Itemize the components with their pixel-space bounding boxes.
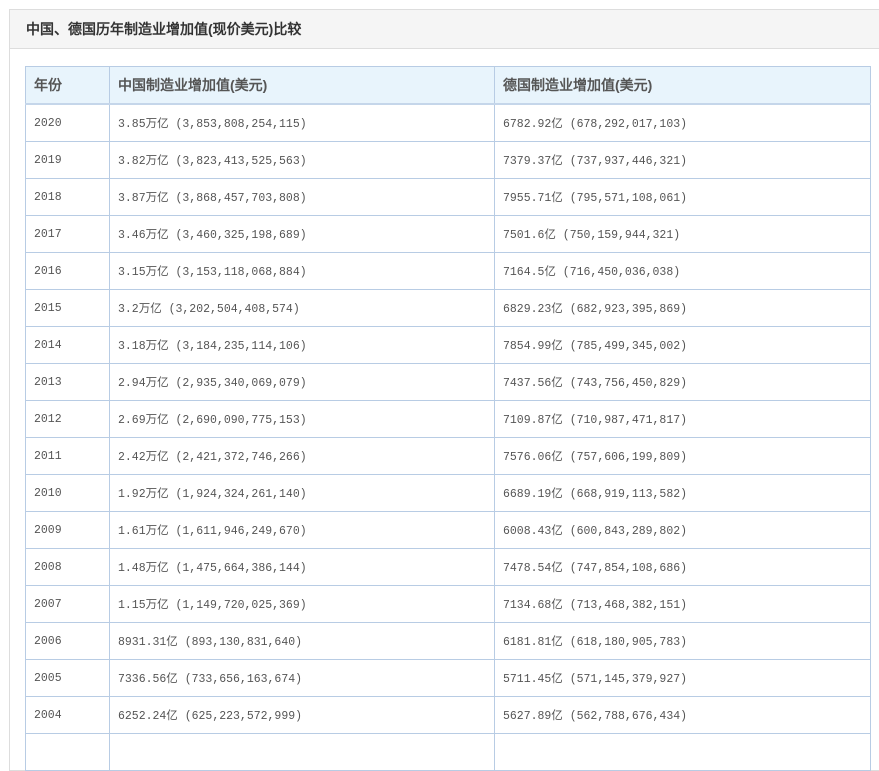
cell-china: 1.61万亿 (1,611,946,249,670) (109, 511, 495, 549)
cell-year: 2010 (25, 474, 110, 512)
cell-germany: 6008.43亿 (600,843,289,802) (494, 511, 871, 549)
cell-china: 3.87万亿 (3,868,457,703,808) (109, 178, 495, 216)
cell-year: 2016 (25, 252, 110, 290)
cell-china: 2.94万亿 (2,935,340,069,079) (109, 363, 495, 401)
cell-germany: 6689.19亿 (668,919,113,582) (494, 474, 871, 512)
cell-germany: 7955.71亿 (795,571,108,061) (494, 178, 871, 216)
cell-germany: 7109.87亿 (710,987,471,817) (494, 400, 871, 438)
cell-germany: 6181.81亿 (618,180,905,783) (494, 622, 871, 660)
cell-year: 2004 (25, 696, 110, 734)
cell-china: 3.82万亿 (3,823,413,525,563) (109, 141, 495, 179)
cell-germany: 7164.5亿 (716,450,036,038) (494, 252, 871, 290)
table-row: 2017 3.46万亿 (3,460,325,198,689) 7501.6亿 (7… (25, 215, 871, 253)
table-header-row: 年份 中国制造业增加值(美元) 德国制造业增加值(美元) (25, 66, 871, 105)
table-row: 2020 3.85万亿 (3,853,808,254,115) 6782.92亿 (… (25, 103, 871, 142)
cell-year: 2009 (25, 511, 110, 549)
table-row: 2008 1.48万亿 (1,475,664,386,144) 7478.54亿 (… (25, 548, 871, 586)
cell-year: 2013 (25, 363, 110, 401)
cell-china: 3.15万亿 (3,153,118,068,884) (109, 252, 495, 290)
cell-year: 2018 (25, 178, 110, 216)
table-row: 2013 2.94万亿 (2,935,340,069,079) 7437.56亿 (… (25, 363, 871, 401)
table-row: 2010 1.92万亿 (1,924,324,261,140) 6689.19亿 (… (25, 474, 871, 512)
cell-year: 2015 (25, 289, 110, 327)
cell-china: 3.46万亿 (3,460,325,198,689) (109, 215, 495, 253)
cell-empty (494, 733, 871, 771)
cell-year: 2020 (25, 103, 110, 142)
table-row: 2011 2.42万亿 (2,421,372,746,266) 7576.06亿 (… (25, 437, 871, 475)
cell-germany: 5627.89亿 (562,788,676,434) (494, 696, 871, 734)
cell-year: 2017 (25, 215, 110, 253)
cell-germany: 7576.06亿 (757,606,199,809) (494, 437, 871, 475)
table-row: 2007 1.15万亿 (1,149,720,025,369) 7134.68亿 (… (25, 585, 871, 623)
cell-china: 1.48万亿 (1,475,664,386,144) (109, 548, 495, 586)
cell-germany: 6829.23亿 (682,923,395,869) (494, 289, 871, 327)
table-row: 2018 3.87万亿 (3,868,457,703,808) 7955.71亿 (… (25, 178, 871, 216)
cell-china: 2.69万亿 (2,690,090,775,153) (109, 400, 495, 438)
cell-empty (109, 733, 495, 771)
cell-china: 1.15万亿 (1,149,720,025,369) (109, 585, 495, 623)
cell-china: 8931.31亿 (893,130,831,640) (109, 622, 495, 660)
cell-china: 1.92万亿 (1,924,324,261,140) (109, 474, 495, 512)
table-row: 2015 3.2万亿 (3,202,504,408,574) 6829.23亿 (6… (25, 289, 871, 327)
cell-germany: 6782.92亿 (678,292,017,103) (494, 103, 871, 142)
cell-germany: 5711.45亿 (571,145,379,927) (494, 659, 871, 697)
header-germany: 德国制造业增加值(美元) (494, 66, 871, 105)
table-row: 2006 8931.31亿 (893,130,831,640) 6181.81亿 (… (25, 622, 871, 660)
cell-china: 3.2万亿 (3,202,504,408,574) (109, 289, 495, 327)
cell-germany: 7437.56亿 (743,756,450,829) (494, 363, 871, 401)
table-row: 2014 3.18万亿 (3,184,235,114,106) 7854.99亿 (… (25, 326, 871, 364)
cell-germany: 7478.54亿 (747,854,108,686) (494, 548, 871, 586)
cell-year: 2006 (25, 622, 110, 660)
table-row: 2012 2.69万亿 (2,690,090,775,153) 7109.87亿 (… (25, 400, 871, 438)
table-row: 2005 7336.56亿 (733,656,163,674) 5711.45亿 (… (25, 659, 871, 697)
cell-year: 2011 (25, 437, 110, 475)
table-row: 2009 1.61万亿 (1,611,946,249,670) 6008.43亿 (… (25, 511, 871, 549)
cell-empty (25, 733, 110, 771)
cell-year: 2019 (25, 141, 110, 179)
cell-year: 2005 (25, 659, 110, 697)
table-row (25, 733, 871, 771)
cell-germany: 7134.68亿 (713,468,382,151) (494, 585, 871, 623)
table-row: 2019 3.82万亿 (3,823,413,525,563) 7379.37亿 (… (25, 141, 871, 179)
cell-germany: 7379.37亿 (737,937,446,321) (494, 141, 871, 179)
header-year: 年份 (25, 66, 110, 105)
cell-china: 6252.24亿 (625,223,572,999) (109, 696, 495, 734)
cell-year: 2007 (25, 585, 110, 623)
cell-china: 3.18万亿 (3,184,235,114,106) (109, 326, 495, 364)
cell-china: 3.85万亿 (3,853,808,254,115) (109, 103, 495, 142)
comparison-panel: 中国、德国历年制造业增加值(现价美元)比较 年份 中国制造业增加值(美元) 德国… (9, 9, 879, 771)
cell-year: 2008 (25, 548, 110, 586)
cell-year: 2012 (25, 400, 110, 438)
cell-china: 2.42万亿 (2,421,372,746,266) (109, 437, 495, 475)
table-row: 2016 3.15万亿 (3,153,118,068,884) 7164.5亿 (7… (25, 252, 871, 290)
cell-china: 7336.56亿 (733,656,163,674) (109, 659, 495, 697)
table-row: 2004 6252.24亿 (625,223,572,999) 5627.89亿 (… (25, 696, 871, 734)
header-china: 中国制造业增加值(美元) (109, 66, 495, 105)
cell-germany: 7501.6亿 (750,159,944,321) (494, 215, 871, 253)
cell-year: 2014 (25, 326, 110, 364)
manufacturing-table: 年份 中国制造业增加值(美元) 德国制造业增加值(美元) 2020 3.85万亿 … (25, 66, 871, 771)
cell-germany: 7854.99亿 (785,499,345,002) (494, 326, 871, 364)
panel-title: 中国、德国历年制造业增加值(现价美元)比较 (10, 10, 879, 49)
